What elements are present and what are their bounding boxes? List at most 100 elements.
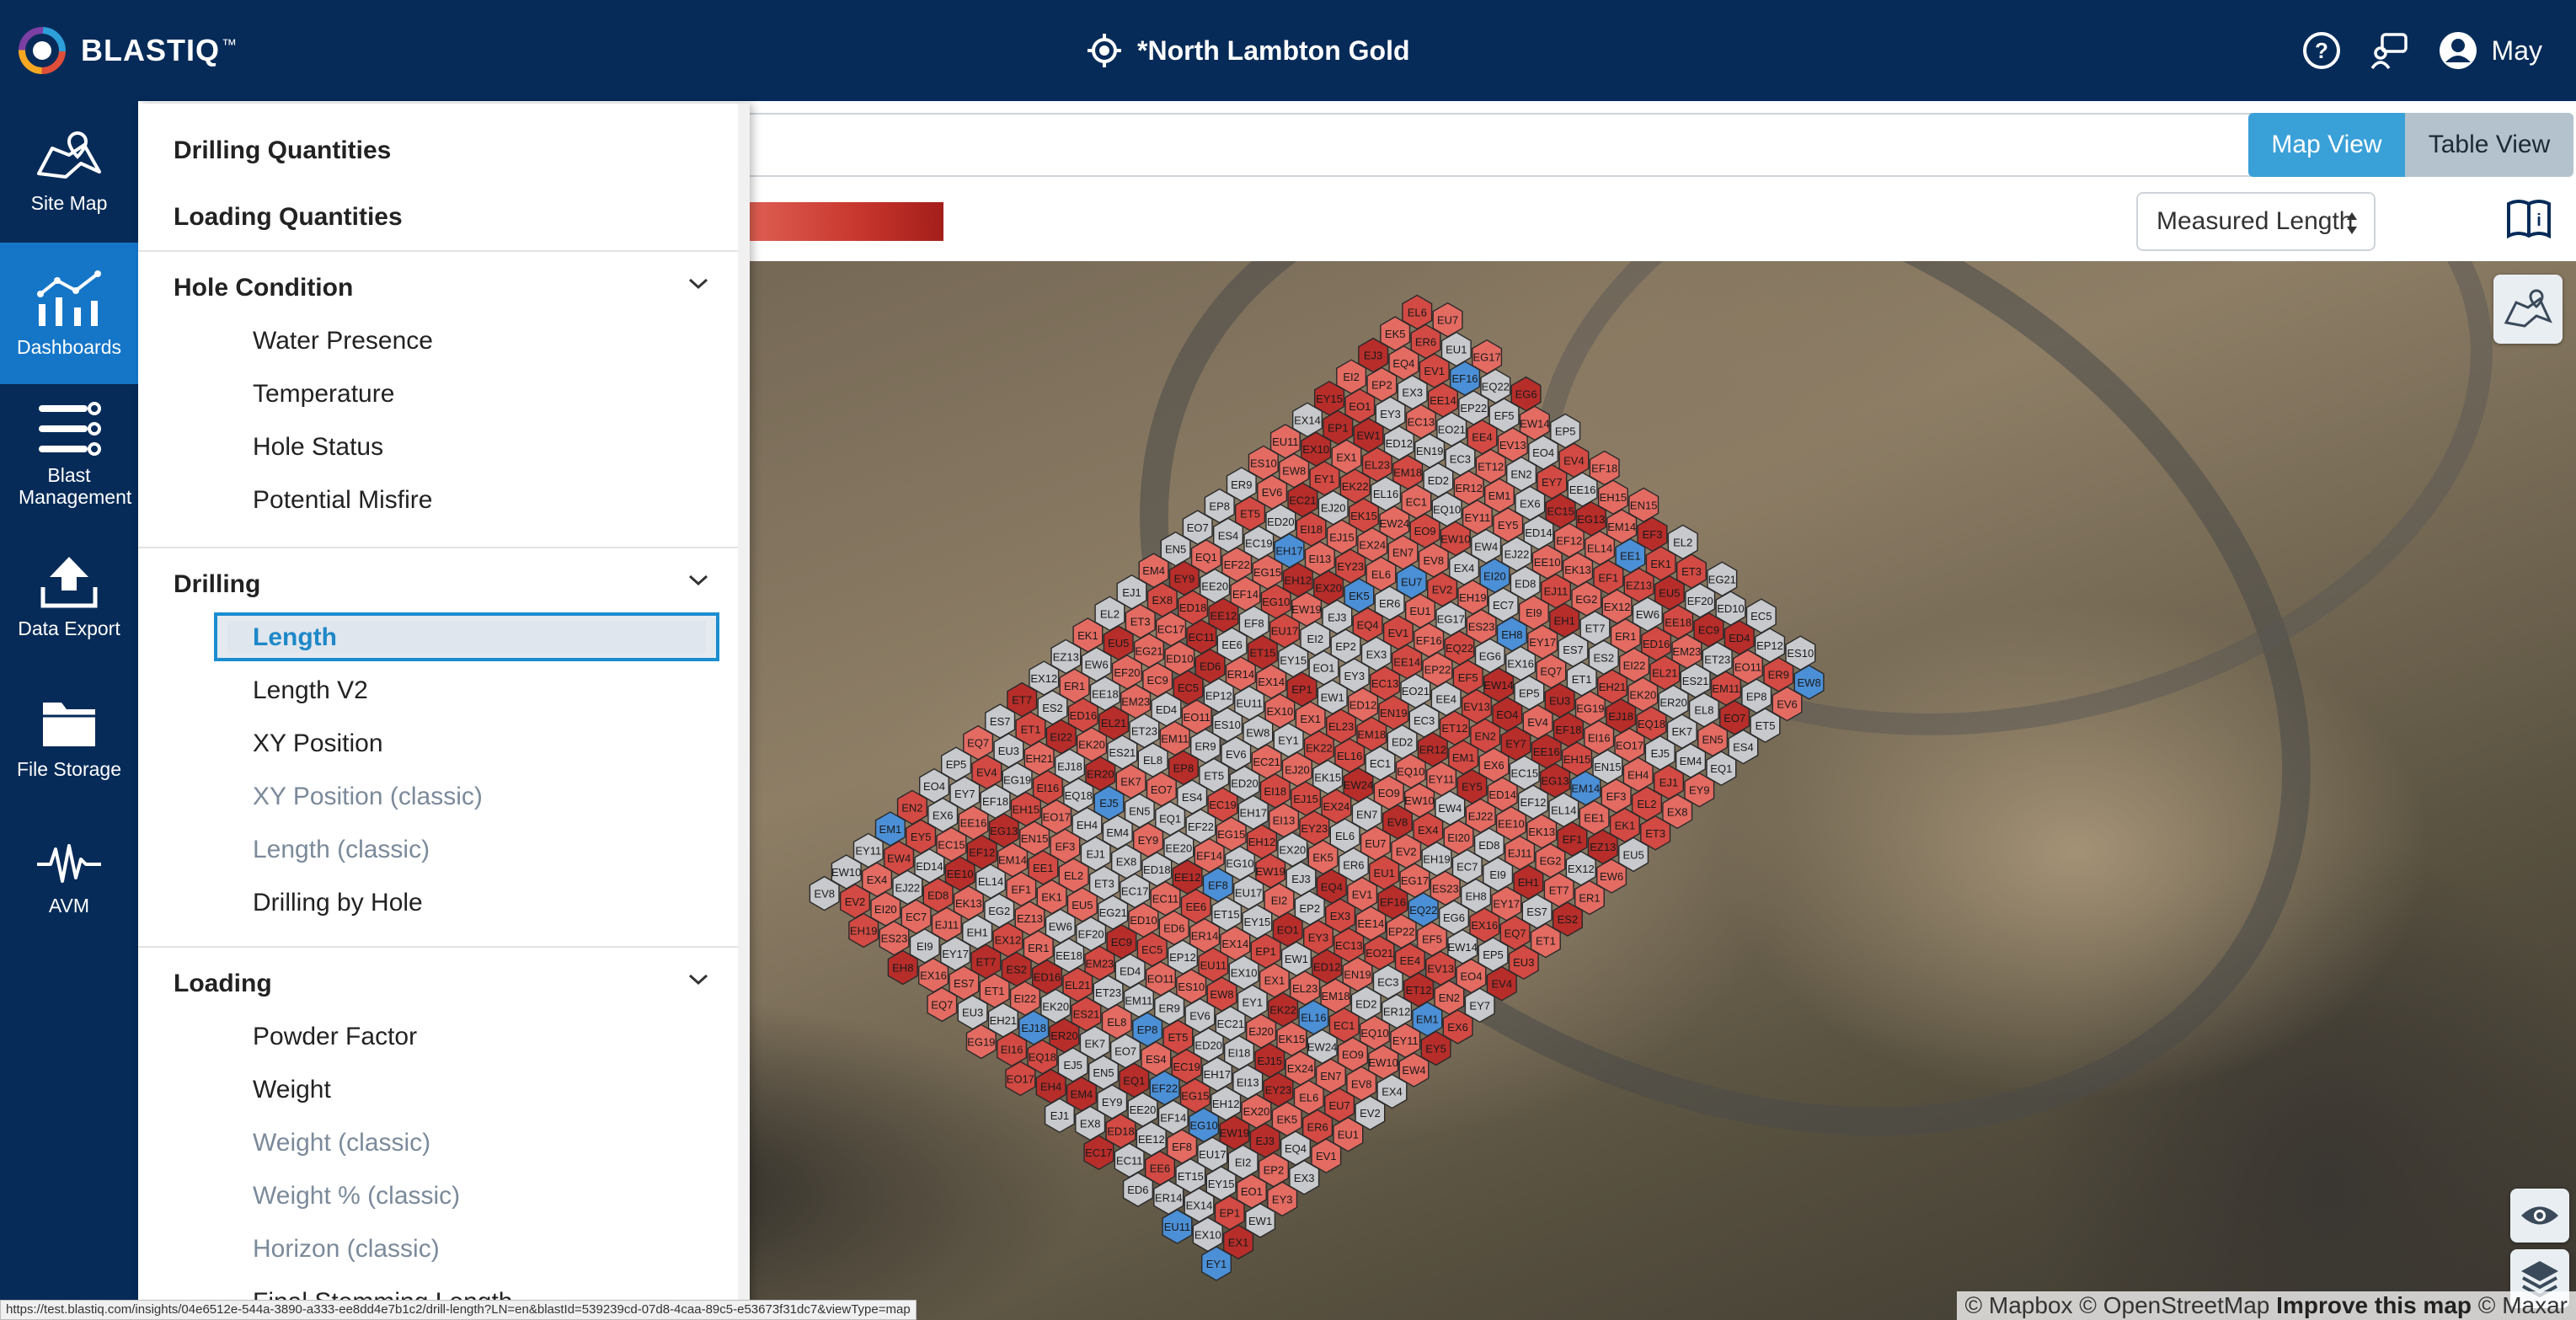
blast-hole-label: EC7 [1493,599,1514,612]
blast-hole-label: EQ4 [1285,1142,1307,1155]
blast-hole-label: EC21 [1253,756,1280,768]
blast-hole-label: EP2 [1371,378,1392,391]
blast-hole-label: EL14 [1551,804,1576,816]
rail-item-file-storage[interactable]: File Storage [0,667,138,809]
blast-hole-label: EO21 [1365,947,1393,959]
blast-hole-label: ER6 [1379,597,1400,610]
menu-section-loading[interactable]: Loading [138,948,750,1010]
map-style-button[interactable] [2493,275,2563,344]
site-selector[interactable]: *North Lambton Gold [1087,29,1410,72]
blast-hole-label: EF12 [1520,796,1546,809]
blast-hole-label: EY1 [1206,1258,1227,1270]
blast-hole-label: EX3 [1294,1172,1315,1184]
blast-hole-label: EU5 [1659,587,1680,600]
blast-hole-label: EE16 [1569,484,1596,496]
blast-hole-label: EJ22 [895,881,920,894]
blast-select[interactable] [728,113,2374,177]
map-attribution: © Mapbox © OpenStreetMap Improve this ma… [1956,1291,2576,1320]
improve-map-link[interactable]: Improve this map [2276,1292,2472,1318]
blast-hole-label: EK15 [1314,772,1341,784]
blast-hole-label: EX6 [1483,759,1504,772]
blast-hole-label: EF22 [1224,558,1250,571]
rail-item-avm[interactable]: AVM [0,809,138,950]
blast-hole-label: EQ4 [1392,357,1414,370]
blast-hole-label: EX4 [1382,1086,1403,1098]
blast-hole-label: ES7 [1563,644,1584,656]
blast-hole-label: ET5 [1240,508,1260,521]
blast-hole-label: EF18 [1591,462,1617,475]
rail-item-data-export[interactable]: Data Export [0,526,138,667]
menu-item-water-presence[interactable]: Water Presence [138,314,750,367]
menu-section-drilling[interactable]: Drilling [138,548,750,611]
blast-hole-label: EG15 [1181,1090,1209,1103]
blast-hole-label: EX24 [1287,1062,1314,1075]
menu-item-length[interactable]: Length [138,611,750,664]
blast-hole-label: EE20 [1165,842,1192,854]
menu-item-drilling-quantities[interactable]: Drilling Quantities [138,117,750,184]
blast-hole-label: EH8 [1501,628,1522,641]
user-menu[interactable]: May [2438,30,2542,71]
menu-item-xy-position-classic[interactable]: XY Position (classic) [138,770,750,823]
blast-hole-label: EI9 [917,940,933,953]
menu-item-powder-factor[interactable]: Powder Factor [138,1010,750,1063]
blast-hole-label: EF8 [1208,879,1228,891]
menu-item-weight-classic[interactable]: Weight (classic) [138,1116,750,1169]
blast-hole-label: EJ18 [1021,1022,1046,1034]
folder-icon [43,702,95,746]
menu-item-horizon-classic[interactable]: Horizon (classic) [138,1222,750,1275]
menu-item-weight[interactable]: Weight [138,1063,750,1116]
blast-hole-label: EK20 [1629,688,1656,701]
map-view-button[interactable]: Map View [2248,113,2405,177]
table-view-button[interactable]: Table View [2405,113,2573,177]
blast-hole-label: EC19 [1209,799,1237,811]
feedback-icon[interactable] [2370,31,2409,70]
blast-hole-label: EX12 [1568,863,1595,875]
help-icon[interactable]: ? [2301,30,2342,71]
blast-hole-label: EM14 [998,854,1027,867]
blast-hole-label: EI22 [1050,731,1072,744]
blast-hole-label: EQ1 [1123,1074,1145,1087]
blast-hole-label: ER14 [1191,930,1219,943]
rail-item-site-map[interactable]: Site Map [0,101,138,243]
blast-hole-label: ES23 [881,933,908,945]
blast-hole-label: EX1 [1264,975,1285,987]
blast-hole-label: EU11 [1164,1221,1191,1233]
blast-hole-label: EM14 [1571,783,1600,795]
menu-item-length-v2[interactable]: Length V2 [138,664,750,717]
menu-item-drilling-by-hole[interactable]: Drilling by Hole [138,876,750,929]
blast-hole-label: ES4 [1182,791,1203,804]
rail-item-blast-management[interactable]: Blast Management [0,384,138,526]
menu-item-length-classic[interactable]: Length (classic) [138,823,750,876]
rail-item-dashboards[interactable]: Dashboards [0,243,138,384]
menu-section-hole-condition[interactable]: Hole Condition [138,252,750,314]
menu-item-weight-percent-classic[interactable]: Weight % (classic) [138,1169,750,1222]
blast-hole-label: EX10 [1231,967,1258,980]
visibility-button[interactable] [2510,1189,2569,1243]
menu-item-loading-quantities[interactable]: Loading Quantities [138,184,750,250]
menu-item-hole-status[interactable]: Hole Status [138,420,750,473]
blast-hole-label: EV6 [1226,748,1247,761]
blast-hole-label: EN19 [1344,969,1371,981]
blast-hole-label: EY9 [1689,784,1710,797]
blast-hole-label: EH4 [1077,819,1098,831]
blast-hole-label: EK5 [1312,852,1333,864]
blast-hole-label: EK1 [1077,629,1098,642]
blast-hole-label: EH21 [990,1014,1018,1027]
blast-hole-label: EY3 [1272,1193,1293,1205]
legend-book-icon[interactable]: i [2505,199,2552,239]
blast-hole-label: EG19 [1003,774,1031,787]
menu-item-temperature[interactable]: Temperature [138,367,750,420]
menu-item-potential-misfire[interactable]: Potential Misfire [138,473,750,526]
blast-hole-label: EV2 [845,895,866,908]
blast-hole-label: ED20 [1194,1039,1222,1051]
blast-hole-label: EY5 [911,831,932,843]
blast-hole-label: EC5 [1141,943,1162,956]
menu-item-xy-position[interactable]: XY Position [138,717,750,770]
blast-hole-label: EX4 [867,874,888,886]
brand-logo[interactable]: BLASTIQ ™ [15,20,237,81]
blast-hole-label: EY23 [1337,560,1364,573]
blast-hole-label: ET3 [1645,827,1665,840]
blast-hole-label: EN15 [1594,761,1622,773]
measure-select[interactable]: Measured Length [2136,192,2376,251]
blast-hole-label: EM18 [1357,728,1386,740]
